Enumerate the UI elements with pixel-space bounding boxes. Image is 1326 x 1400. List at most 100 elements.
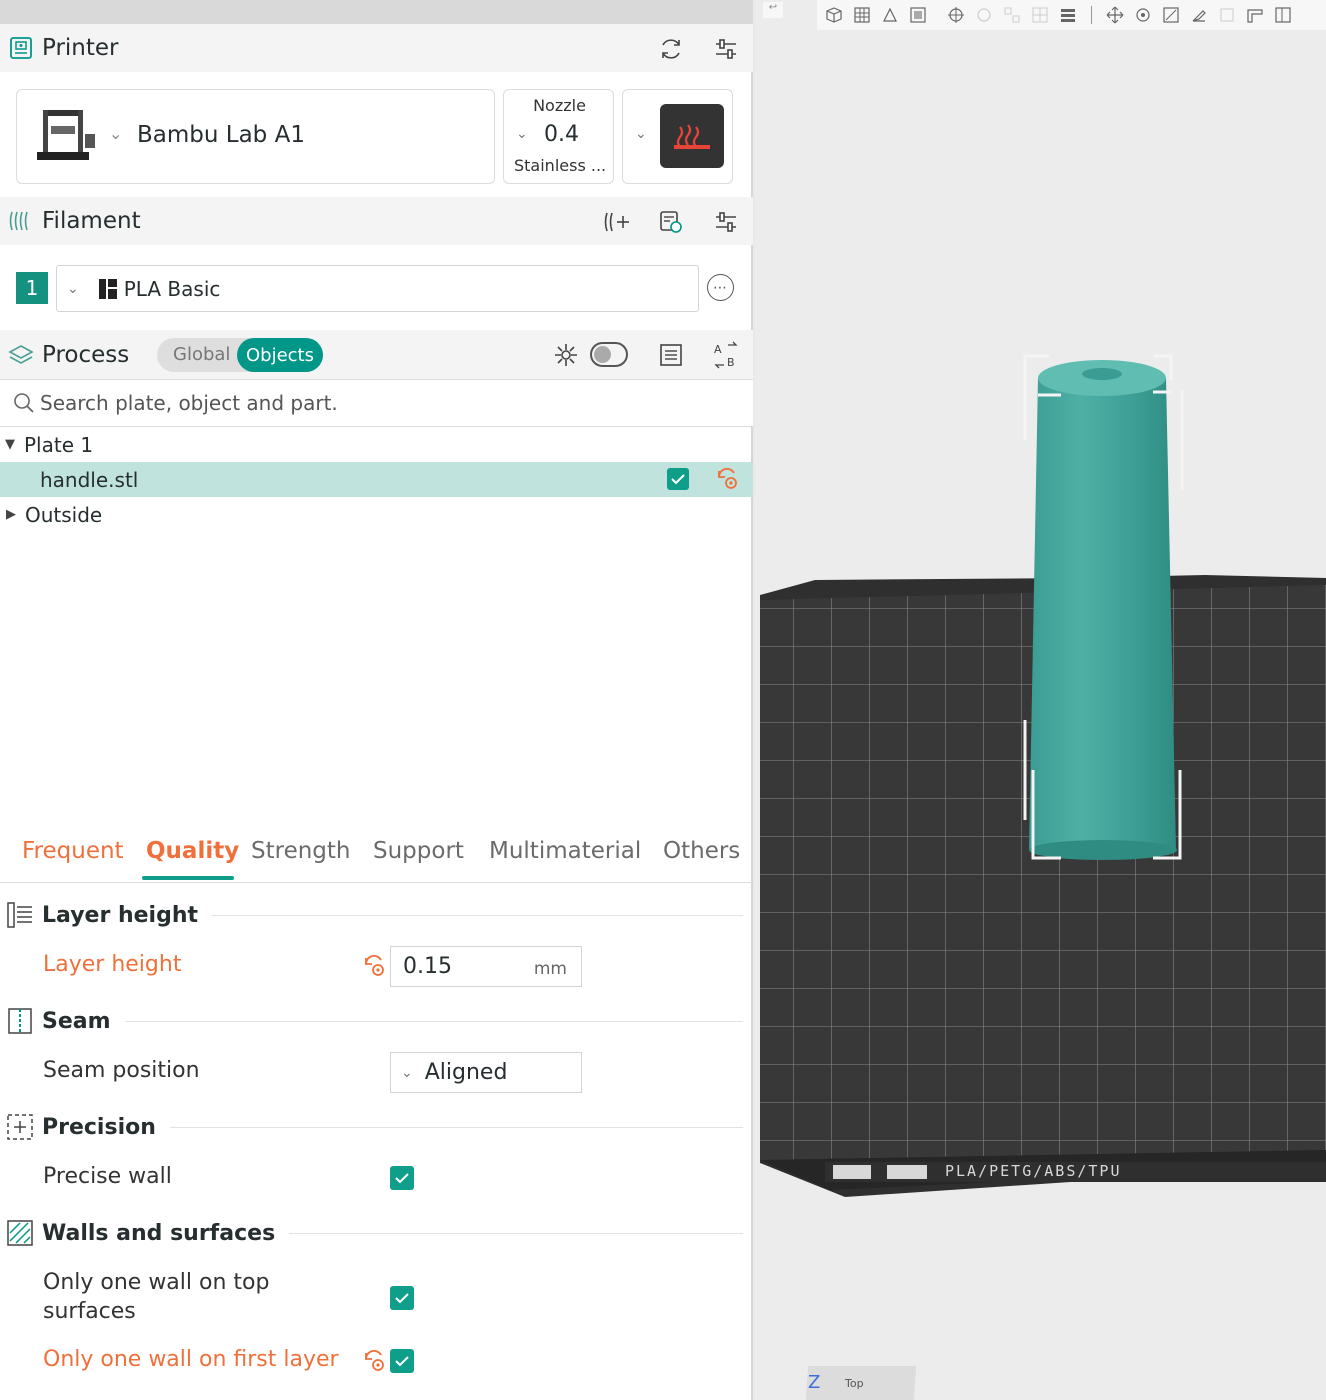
group-divider [212, 914, 743, 916]
tab-quality[interactable]: Quality [146, 838, 239, 864]
seam-position-label: Seam position [43, 1058, 200, 1083]
process-list-icon[interactable] [656, 340, 686, 370]
outside-label: Outside [25, 502, 103, 527]
tree-object-row[interactable]: handle.stl [0, 462, 753, 497]
build-plate-scene: PLA/PETG/ABS/TPU [760, 354, 1326, 1197]
printer-section-header: Printer [0, 24, 753, 72]
filament-header-label: Filament [42, 208, 141, 234]
process-section-header: Process Global Objects AB [0, 330, 753, 379]
walls-surfaces-group: Walls and surfaces [0, 1215, 753, 1251]
nozzle-selector[interactable]: Nozzle ⌄ 0.4 Stainless ... [503, 89, 614, 184]
svg-text:A: A [714, 343, 722, 356]
printer-selector[interactable]: ⌄ Bambu Lab A1 [16, 89, 495, 184]
tab-strength[interactable]: Strength [251, 838, 351, 864]
printer-settings-icon[interactable] [711, 34, 741, 64]
toggle-knob [594, 346, 611, 363]
nozzle-label: Nozzle [533, 96, 586, 115]
layer-height-value[interactable]: 0.15 [403, 954, 452, 979]
one-wall-first-layer-checkbox[interactable] [390, 1349, 414, 1373]
precision-icon [6, 1113, 34, 1141]
chevron-down-icon: ⌄ [401, 1064, 413, 1081]
seam-position-value: Aligned [424, 1060, 508, 1085]
expand-triangle-icon[interactable]: ▼ [5, 437, 15, 452]
app-root: Printer ⌄ Bambu Lab A1 Nozzle ⌄ 0.4 Stai… [0, 0, 1326, 1400]
axis-label: Z [808, 1372, 821, 1393]
group-divider [289, 1232, 743, 1234]
filament-selector[interactable]: ⌄ PLA Basic [56, 265, 699, 312]
plate-label-text: PLA/PETG/ABS/TPU [945, 1162, 1122, 1180]
precision-group: Precision [0, 1109, 753, 1145]
svg-text:B: B [727, 356, 735, 369]
bambu-logo-icon [98, 278, 117, 299]
tree-outside-row[interactable]: ▶ Outside [0, 497, 753, 532]
modified-settings-icon[interactable] [363, 1349, 387, 1373]
object-name: handle.stl [40, 467, 139, 492]
chevron-down-icon: ⌄ [635, 126, 647, 142]
plate-label: Plate 1 [24, 432, 94, 457]
heatbed-icon [660, 104, 724, 168]
filament-section-header: Filament [0, 197, 753, 245]
precise-wall-checkbox[interactable] [390, 1166, 414, 1190]
object-visible-checkbox[interactable] [667, 468, 689, 490]
top-strip [0, 0, 753, 26]
advanced-icon[interactable] [551, 340, 581, 370]
layer-height-group-title: Layer height [42, 902, 199, 928]
active-tab-indicator [142, 876, 234, 880]
precision-group-title: Precision [42, 1114, 156, 1140]
one-wall-first-layer-label: Only one wall on first layer [43, 1347, 339, 1372]
layer-height-group: Layer height [0, 897, 753, 933]
printer-icon [8, 35, 34, 61]
group-divider [169, 1126, 743, 1128]
collapse-triangle-icon[interactable]: ▶ [6, 507, 16, 522]
layers-icon [8, 342, 34, 368]
printer-model-icon [37, 110, 95, 160]
filament-more-icon[interactable]: ⋯ [707, 274, 734, 301]
nozzle-material: Stainless ... [514, 156, 607, 175]
filament-icon [8, 208, 34, 234]
add-filament-icon[interactable] [602, 207, 632, 237]
one-wall-top-label-line2: surfaces [43, 1299, 136, 1324]
seam-icon [6, 1007, 34, 1035]
tabs-divider [0, 882, 753, 883]
seam-group: Seam [0, 1003, 753, 1039]
advanced-toggle[interactable] [590, 342, 628, 367]
handle-model[interactable] [1029, 360, 1177, 860]
printer-model-name: Bambu Lab A1 [137, 122, 305, 148]
walls-group-title: Walls and surfaces [42, 1220, 276, 1246]
chevron-down-icon: ⌄ [67, 280, 79, 297]
seam-group-title: Seam [42, 1008, 111, 1034]
modified-settings-icon[interactable] [716, 467, 740, 491]
sync-icon[interactable] [656, 34, 686, 64]
plate-qr-icon [887, 1165, 927, 1179]
view-label: Top [845, 1377, 864, 1390]
group-divider [124, 1020, 743, 1022]
object-search[interactable]: Search plate, object and part. [0, 379, 753, 427]
tab-support[interactable]: Support [373, 838, 464, 864]
global-objects-toggle[interactable]: Global Objects [157, 338, 323, 372]
tab-others[interactable]: Others [663, 838, 740, 864]
modified-settings-icon[interactable] [363, 954, 387, 978]
search-input[interactable]: Search plate, object and part. [40, 391, 338, 415]
toggle-objects-label[interactable]: Objects [237, 338, 323, 372]
printer-header-label: Printer [42, 35, 119, 61]
3d-viewport[interactable]: ↩ PLA/PETG/ABS/TPU Z Top [755, 0, 1326, 1400]
layer-height-input[interactable]: 0.15 mm [390, 946, 582, 987]
compare-icon[interactable]: AB [711, 340, 741, 370]
tab-multimaterial[interactable]: Multimaterial [489, 838, 641, 864]
filament-name: PLA Basic [123, 276, 221, 301]
tree-plate-row[interactable]: ▼ Plate 1 [0, 427, 753, 462]
process-header-label: Process [42, 341, 130, 368]
filament-sync-icon[interactable] [656, 207, 686, 237]
chevron-down-icon: ⌄ [516, 126, 528, 142]
seam-position-select[interactable]: ⌄ Aligned [390, 1052, 582, 1093]
layer-height-icon [6, 901, 34, 929]
filament-slot-number[interactable]: 1 [16, 272, 48, 304]
walls-icon [6, 1219, 34, 1247]
filament-settings-icon[interactable] [711, 207, 741, 237]
plate-type-selector[interactable]: ⌄ [622, 89, 733, 184]
toggle-global-label[interactable]: Global [173, 344, 230, 365]
layer-height-unit: mm [533, 959, 567, 979]
nozzle-value: 0.4 [544, 122, 579, 147]
tab-frequent[interactable]: Frequent [22, 838, 124, 864]
one-wall-top-checkbox[interactable] [390, 1286, 414, 1310]
